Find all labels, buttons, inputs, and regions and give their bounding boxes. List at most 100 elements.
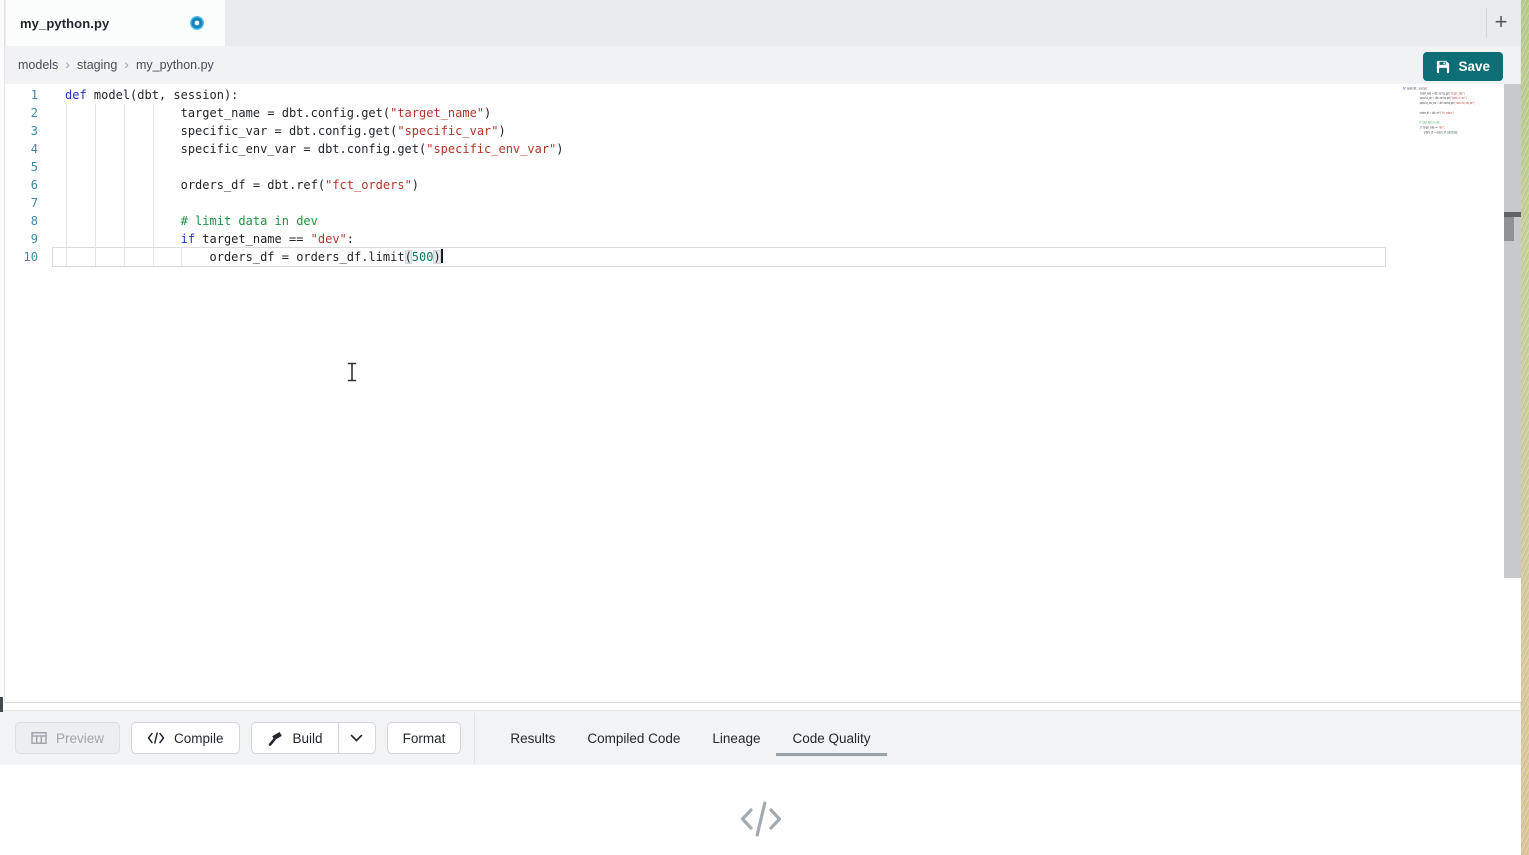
code-token: ) — [1464, 91, 1465, 95]
code-token: orders_df = orders_df.limit — [1403, 130, 1452, 134]
hammer-icon — [267, 730, 284, 747]
code-token: if — [181, 232, 195, 246]
code-line[interactable]: 8 # limit data in dev — [0, 212, 1521, 230]
code-token: specific_var = dbt.config.get( — [65, 124, 397, 138]
tab-code-quality[interactable]: Code Quality — [776, 711, 886, 766]
pane-resize-handle[interactable] — [0, 697, 3, 712]
code-line[interactable]: 6 orders_df = dbt.ref("fct_orders") — [0, 176, 1521, 194]
breadcrumb: models › staging › my_python.py — [0, 46, 1520, 84]
code-text: orders_df = orders_df.limit(500) — [1399, 130, 1457, 135]
code-line[interactable]: 7 — [0, 194, 1521, 212]
build-button[interactable]: Build — [251, 722, 339, 754]
code-editor[interactable]: 1def model(dbt, session):2 target_name =… — [0, 84, 1521, 703]
preview-button[interactable]: Preview — [15, 722, 120, 754]
code-text: def model(dbt, session): — [38, 86, 238, 104]
code-icon — [147, 732, 165, 744]
line-number: 6 — [0, 176, 38, 194]
code-token: "specific_var" — [397, 124, 498, 138]
tab-title: my_python.py — [6, 16, 109, 31]
code-text: # limit data in dev — [38, 212, 318, 230]
minimap-content: def model(dbt, session): target_name = d… — [1399, 86, 1413, 135]
code-token: ) — [1466, 96, 1467, 100]
toolbar-divider — [474, 713, 475, 763]
code-token: "fct_orders" — [325, 178, 412, 192]
code-token: model(dbt, session): — [1406, 87, 1428, 91]
code-token: : — [347, 232, 354, 246]
ide-app: my_python.py + models › staging › my_pyt… — [0, 0, 1529, 855]
tab-results[interactable]: Results — [494, 711, 571, 766]
editor-scrollbar[interactable] — [1504, 84, 1521, 578]
line-number: 3 — [0, 122, 38, 140]
code-text: if target_name == "dev": — [38, 230, 354, 248]
preview-button-label: Preview — [56, 731, 104, 746]
build-button-label: Build — [293, 731, 323, 746]
line-number: 8 — [0, 212, 38, 230]
editor-tab-bar: my_python.py + — [0, 0, 1520, 46]
compile-button[interactable]: Compile — [131, 722, 240, 754]
save-button[interactable]: Save — [1423, 52, 1503, 81]
code-token: # limit data in dev — [1403, 121, 1440, 125]
tab-lineage[interactable]: Lineage — [696, 711, 776, 766]
build-options-dropdown[interactable] — [339, 722, 376, 754]
code-token: "target_name" — [390, 106, 484, 120]
code-line[interactable]: 5 — [0, 158, 1521, 176]
breadcrumb-staging[interactable]: staging — [77, 58, 117, 72]
line-number: 7 — [0, 194, 38, 212]
tab-compiled-code[interactable]: Compiled Code — [571, 711, 696, 766]
line-number: 5 — [0, 158, 38, 176]
new-tab-button[interactable]: + — [1488, 9, 1514, 35]
code-line[interactable]: 10 orders_df = orders_df.limit(500) — [0, 248, 1521, 266]
code-token: ) — [484, 106, 491, 120]
code-line[interactable]: 9 if target_name == "dev": — [0, 230, 1521, 248]
code-token: # limit data in dev — [65, 214, 318, 228]
code-token: model(dbt, session): — [87, 88, 239, 102]
code-token: specific_env_var = dbt.config.get( — [65, 142, 426, 156]
chevron-right-icon: › — [58, 56, 77, 72]
unsaved-changes-icon — [190, 16, 204, 30]
line-number: 10 — [0, 248, 38, 266]
text-caret — [441, 249, 443, 263]
code-line[interactable]: 2 target_name = dbt.config.get("target_n… — [0, 104, 1521, 122]
format-button[interactable]: Format — [387, 722, 462, 754]
breadcrumb-models[interactable]: models — [18, 58, 58, 72]
code-token: target_name = dbt.config.get( — [65, 106, 390, 120]
code-line[interactable]: 3 specific_var = dbt.config.get("specifi… — [0, 122, 1521, 140]
code-token: "specific_var" — [1451, 96, 1466, 100]
code-token: ) — [1456, 130, 1457, 134]
code-line[interactable]: orders_df = orders_df.limit(500) — [1399, 130, 1413, 135]
minimap[interactable]: def model(dbt, session): target_name = d… — [1399, 86, 1495, 226]
format-button-label: Format — [403, 731, 446, 746]
toolbar-buttons: Preview Compile — [15, 722, 461, 754]
save-button-label: Save — [1458, 59, 1490, 74]
code-line[interactable]: 1def model(dbt, session): — [0, 86, 1521, 104]
code-line[interactable]: 4 specific_env_var = dbt.config.get("spe… — [0, 140, 1521, 158]
code-text: specific_var = dbt.config.get("specific_… — [38, 122, 506, 140]
code-text — [38, 194, 65, 212]
code-token: ) — [412, 178, 419, 192]
left-pane-edge — [0, 0, 5, 703]
code-token: def — [65, 88, 87, 102]
tab-bar-divider — [1486, 8, 1487, 38]
code-token: "dev" — [311, 232, 347, 246]
code-token: "fct_orders" — [1441, 111, 1454, 115]
code-token: target_name == — [195, 232, 311, 246]
chevron-down-icon — [350, 734, 363, 742]
code-token: specific_env_var = dbt.config.get( — [1403, 101, 1455, 105]
build-button-group: Build — [251, 722, 376, 754]
code-token: ) — [1453, 111, 1454, 115]
breadcrumb-file[interactable]: my_python.py — [136, 58, 214, 72]
code-text: specific_env_var = dbt.config.get("speci… — [38, 140, 564, 158]
scrollbar-thumb[interactable] — [1504, 217, 1514, 241]
code-token: orders_df = orders_df.limit — [65, 250, 405, 264]
code-token: "specific_env_var" — [1455, 101, 1474, 105]
text-cursor-pointer — [346, 362, 358, 382]
code-token: orders_df = dbt.ref( — [65, 178, 325, 192]
tab-my-python-py[interactable]: my_python.py — [6, 0, 225, 46]
code-icon — [738, 798, 784, 855]
code-token: 500 — [412, 250, 434, 264]
code-token: ) — [499, 124, 506, 138]
result-panel-tabs: Results Compiled Code Lineage Code Quali… — [494, 711, 886, 766]
code-text: specific_env_var = dbt.config.get("speci… — [1399, 101, 1475, 106]
line-number: 4 — [0, 140, 38, 158]
code-lines: 1def model(dbt, session):2 target_name =… — [0, 86, 1521, 266]
